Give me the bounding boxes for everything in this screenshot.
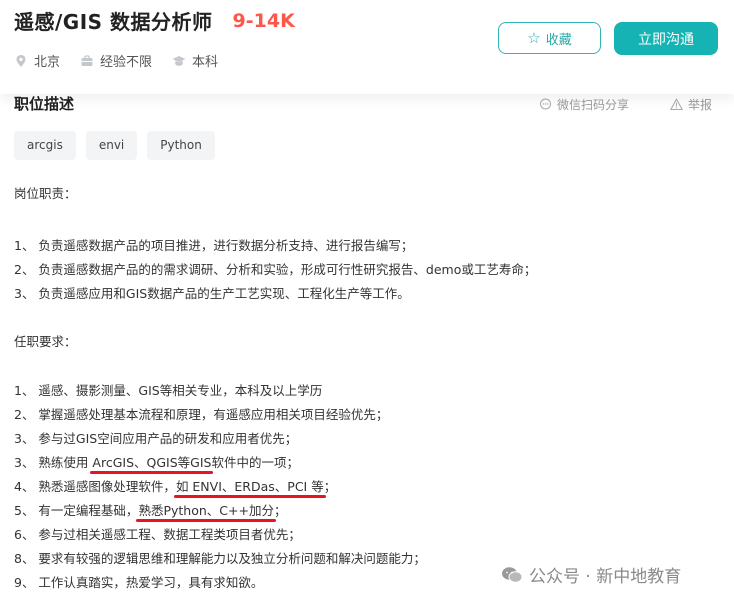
share-label: 微信扫码分享 — [557, 98, 630, 112]
requirement-line: 5、 有一定编程基础，熟悉Python、C++加分； — [14, 500, 286, 519]
requirement-text: ； — [323, 479, 337, 494]
watermark-text: 公众号 · 新中地教育 — [529, 567, 682, 587]
wechat-logo-icon — [502, 566, 523, 583]
duty-line: 1、 负责遥感数据产品的项目推进，进行数据分析支持、进行报告编写； — [14, 238, 414, 253]
meta-education: 本科 — [172, 51, 218, 70]
favorite-button[interactable]: ☆ 收藏 — [498, 22, 601, 54]
underlined-highlight: 熟悉Python、C++加分 — [138, 503, 274, 518]
report-link[interactable]: 举报 — [670, 96, 712, 113]
meta-location: 北京 — [14, 51, 60, 70]
location-pin-icon — [16, 54, 26, 67]
requirements-title: 任职要求： — [14, 334, 77, 349]
requirement-line: 9、 工作认真踏实，热爱学习，具有求知欲。 — [14, 575, 264, 590]
requirement-line: 6、 参与过相关遥感工程、数据工程类项目者优先； — [14, 527, 301, 542]
chat-now-label: 立即沟通 — [638, 31, 694, 48]
job-meta: 北京 经验不限 本科 — [14, 51, 238, 70]
duties-title: 岗位职责： — [14, 186, 77, 201]
requirement-line: 2、 掌握遥感处理基本流程和原理，有遥感应用相关项目经验优先； — [14, 407, 389, 422]
requirement-text: ； — [273, 503, 287, 518]
requirement-line: 8、 要求有较强的逻辑思维和理解能力以及独立分析问题和解决问题能力； — [14, 551, 426, 566]
requirement-text: 软件中的一项； — [211, 455, 299, 470]
job-title: 遥感/GIS 数据分析师 — [14, 10, 213, 34]
job-header: 遥感/GIS 数据分析师 9-14K 北京 经验不限 本科 ☆ 收藏 立即沟通 — [0, 0, 734, 94]
requirement-text: 3、 熟练使用 — [14, 455, 93, 470]
skill-tag: arcgis — [14, 131, 76, 160]
chat-now-button[interactable]: 立即沟通 — [614, 22, 718, 55]
underlined-highlight: 如 ENVI、ERDas、PCI 等 — [175, 479, 324, 494]
favorite-label: 收藏 — [545, 32, 572, 48]
requirement-text: 4、 熟悉遥感图像处理软件， — [14, 479, 176, 494]
warning-icon — [670, 98, 683, 110]
chat-bubble-icon — [540, 98, 551, 110]
duty-line: 3、 负责遥感应用和GIS数据产品的生产工艺实现、工程化生产等工作。 — [14, 286, 410, 301]
wechat-share-link[interactable]: 微信扫码分享 — [539, 96, 629, 113]
meta-experience: 经验不限 — [80, 51, 152, 70]
star-icon: ☆ — [527, 29, 541, 47]
skill-tag: envi — [85, 131, 138, 160]
requirement-line: 1、 遥感、摄影测量、GIS等相关专业，本科及以上学历 — [14, 383, 323, 398]
graduation-cap-icon — [172, 55, 186, 66]
title-row: 遥感/GIS 数据分析师 9-14K — [14, 6, 295, 35]
requirement-line: 3、 参与过GIS空间应用产品的研发和应用者优先； — [14, 431, 298, 446]
requirement-text: 5、 有一定编程基础， — [14, 503, 139, 518]
meta-location-text: 北京 — [34, 55, 61, 70]
skill-tags: arcgis envi Python — [14, 131, 225, 160]
requirement-line: 3、 熟练使用 ArcGIS、QGIS等GIS软件中的一项； — [14, 452, 299, 471]
section-title: 职位描述 — [14, 95, 75, 113]
meta-education-text: 本科 — [192, 55, 219, 70]
salary: 9-14K — [232, 9, 295, 32]
wechat-watermark: 公众号 · 新中地教育 — [497, 560, 686, 589]
meta-experience-text: 经验不限 — [100, 55, 153, 70]
requirement-line: 4、 熟悉遥感图像处理软件，如 ENVI、ERDas、PCI 等； — [14, 476, 336, 495]
report-label: 举报 — [688, 98, 713, 112]
duty-line: 2、 负责遥感数据产品的的需求调研、分析和实验，形成可行性研究报告、demo或工… — [14, 262, 537, 277]
briefcase-icon — [81, 54, 93, 66]
skill-tag: Python — [147, 131, 215, 160]
underlined-highlight: ArcGIS、QGIS等GIS — [92, 455, 212, 470]
